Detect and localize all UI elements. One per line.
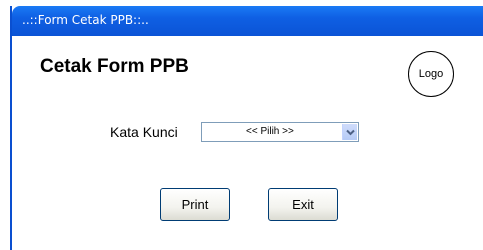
keyword-label: Kata Kunci xyxy=(110,124,178,140)
dropdown-arrow-button[interactable] xyxy=(342,124,357,140)
chevron-down-icon xyxy=(345,129,355,135)
keyword-select-value: << Pilih >> xyxy=(246,126,294,137)
keyword-select[interactable]: << Pilih >> xyxy=(201,122,359,142)
logo: Logo xyxy=(408,51,454,97)
form-window: ..::Form Cetak PPB::.. Cetak Form PPB Lo… xyxy=(10,6,483,250)
window-title: ..::Form Cetak PPB::.. xyxy=(22,13,149,27)
page-title: Cetak Form PPB xyxy=(40,56,189,77)
logo-text: Logo xyxy=(418,68,444,80)
print-button[interactable]: Print xyxy=(160,188,230,221)
exit-button[interactable]: Exit xyxy=(268,188,338,221)
title-bar[interactable]: ..::Form Cetak PPB::.. xyxy=(12,6,483,36)
